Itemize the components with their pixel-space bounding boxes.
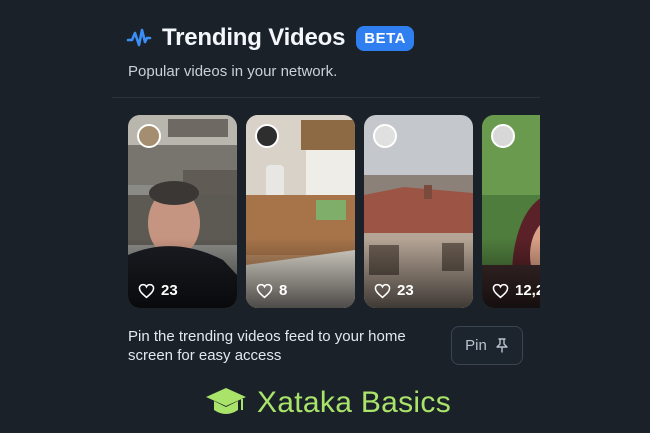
video-card[interactable]: 12,2 <box>482 115 540 308</box>
graduation-cap-icon <box>206 388 246 414</box>
heart-icon <box>256 283 273 298</box>
video-card[interactable]: 23 <box>364 115 473 308</box>
likes-count: 12,2 <box>492 282 540 299</box>
user-avatar <box>255 124 279 148</box>
likes-value: 12,2 <box>515 282 540 299</box>
beta-badge: BETA <box>356 25 414 51</box>
page-subtitle: Popular videos in your network. <box>128 63 338 80</box>
likes-count: 23 <box>138 282 178 299</box>
brand-watermark: Xataka Basics <box>205 386 451 420</box>
video-card[interactable]: 23 <box>128 115 237 308</box>
likes-count: 23 <box>374 282 414 299</box>
likes-value: 23 <box>161 282 178 299</box>
pin-button-label: Pin <box>465 337 487 354</box>
brand-text: Xataka Basics <box>257 386 451 419</box>
user-avatar <box>491 124 515 148</box>
heart-icon <box>492 283 509 298</box>
user-avatar <box>373 124 397 148</box>
likes-value: 23 <box>397 282 414 299</box>
video-card[interactable]: 8 <box>246 115 355 308</box>
pin-description: Pin the trending videos feed to your hom… <box>128 328 406 364</box>
user-avatar <box>137 124 161 148</box>
heart-icon <box>138 283 155 298</box>
pin-button[interactable]: Pin <box>451 326 523 365</box>
page-title: Trending Videos <box>162 24 346 51</box>
activity-wave-icon <box>126 28 152 47</box>
heart-icon <box>374 283 391 298</box>
likes-value: 8 <box>279 282 288 299</box>
video-carousel[interactable]: 23 8 23 12, <box>128 115 540 310</box>
divider <box>112 97 540 98</box>
likes-count: 8 <box>256 282 287 299</box>
header: Trending Videos BETA <box>126 24 414 52</box>
pin-icon <box>496 338 508 353</box>
